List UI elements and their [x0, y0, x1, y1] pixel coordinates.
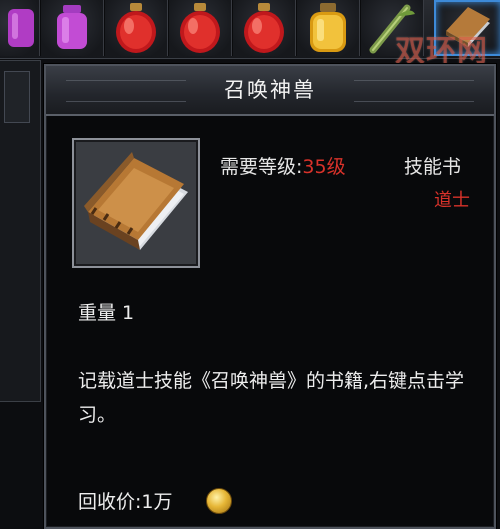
background-window-panel	[0, 60, 41, 402]
class-requirement: 道士	[434, 190, 470, 211]
item-title: 召唤神兽	[224, 78, 316, 102]
gold-potion-icon	[310, 3, 346, 52]
level-requirement-value: 35级	[302, 156, 346, 178]
level-requirement-label: 需要等级:	[220, 156, 303, 178]
inventory-slot[interactable]	[168, 0, 232, 56]
inventory-slot[interactable]	[104, 0, 168, 56]
gold-coin-icon	[206, 488, 232, 514]
purple-potion-icon	[8, 9, 35, 47]
inventory-slot[interactable]	[232, 0, 296, 56]
level-requirement: 需要等级:35级	[220, 152, 346, 179]
inventory-bar: 双环网	[0, 0, 500, 69]
red-potion-icon	[180, 3, 220, 53]
item-weight: 重量 1	[78, 302, 135, 324]
magenta-potion-icon	[57, 5, 87, 49]
tooltip-header: 召唤神兽	[46, 66, 494, 116]
red-potion-icon	[116, 3, 156, 53]
skill-book-icon	[84, 152, 188, 250]
red-potion-icon	[244, 3, 284, 53]
background-window-tab	[4, 71, 30, 123]
item-icon-frame	[72, 138, 200, 268]
inventory-slot[interactable]	[40, 0, 104, 56]
item-tooltip: 召唤神兽 需要等级:35级 技能书 道士 重量 1 记载道士技能《召唤神兽》的书…	[44, 64, 496, 529]
sell-price: 回收价:1万	[78, 491, 173, 513]
inventory-slot[interactable]	[296, 0, 360, 56]
item-type: 技能书	[404, 156, 462, 178]
inventory-slot[interactable]	[0, 0, 40, 56]
item-description: 记载道士技能《召唤神兽》的书籍,右键点击学习。	[78, 370, 465, 426]
